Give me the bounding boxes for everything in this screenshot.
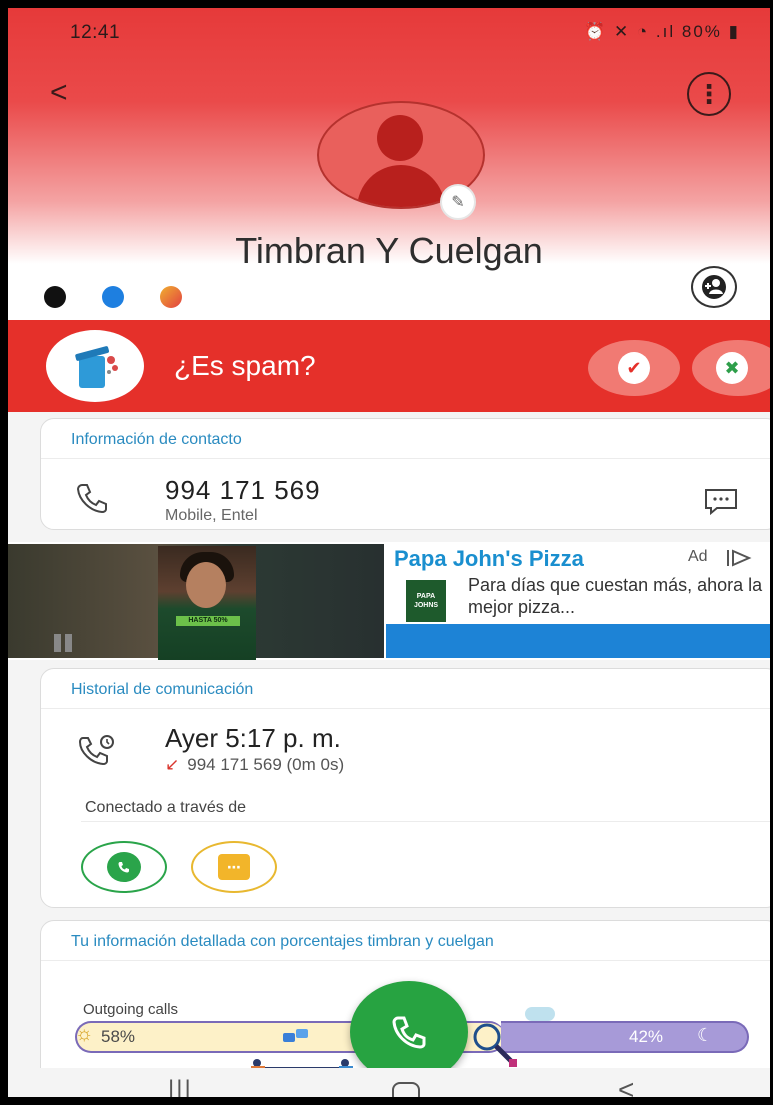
spam-reject-button[interactable]: ✖ (692, 340, 770, 396)
more-vertical-icon: ⋮ (696, 78, 722, 109)
phone-icon (392, 1016, 426, 1049)
logo-line-1: PAPA (416, 593, 436, 600)
status-icons: ⏰ ✕ ◔ .ıl 80% ▮ (584, 22, 740, 42)
avatar-head (377, 115, 423, 161)
divider (81, 821, 770, 822)
contact-info-title: Información de contacto (41, 419, 770, 459)
papa-johns-logo: PAPA JOHNS (406, 580, 446, 622)
moon-icon: ☾ (697, 1025, 714, 1045)
pencil-icon: ✎ (451, 194, 465, 211)
home-icon[interactable] (392, 1082, 420, 1097)
edit-photo-button[interactable]: ✎ (440, 184, 476, 220)
missed-call-arrow-icon: ↙ (165, 755, 180, 774)
call-detail: ↙ 994 171 569 (0m 0s) (165, 755, 344, 775)
chevron-left-icon: < (50, 76, 68, 109)
ad-banner[interactable]: HASTA 50% Papa John's Pizza Ad PAPA JOHN… (8, 542, 770, 660)
spam-banner: ¿Es spam? ✔ ✖ (8, 320, 770, 412)
ad-brand[interactable]: Papa John's Pizza (394, 546, 584, 572)
contact-name: Timbran Y Cuelgan (235, 230, 543, 271)
logo-line-2: JOHNS (413, 602, 439, 609)
whatsapp-icon (107, 852, 141, 882)
system-nav-bar: ||| < (8, 1068, 770, 1097)
ad-text: Para días que cuestan más, ahora la mejo… (468, 575, 763, 617)
color-dot-black[interactable] (44, 286, 66, 308)
ad-person-face (186, 562, 226, 608)
theme-color-picker (44, 286, 182, 308)
phone-number[interactable]: 994 171 569 (165, 475, 321, 506)
status-indicators: ⏰ ✕ ◔ .ıl (584, 22, 676, 41)
color-dot-blue[interactable] (102, 286, 124, 308)
status-time: 12:41 (70, 22, 121, 43)
call-detail-text: 994 171 569 (0m 0s) (187, 755, 345, 774)
night-percentage: 42% (629, 1027, 664, 1046)
day-percentage: 58% (101, 1027, 136, 1046)
ad-label: Ad (688, 548, 708, 565)
phone-frame: 12:41 ⏰ ✕ ◔ .ıl 80% ▮ < ⋮ ✎ Timbran Y Cu… (0, 0, 773, 1105)
phone-carrier: Mobile, Entel (165, 507, 258, 524)
contact-info-card: Información de contacto 994 171 569 Mobi… (40, 418, 770, 530)
ad-choices-icon[interactable] (724, 548, 754, 568)
more-options-button[interactable]: ⋮ (687, 72, 731, 116)
ad-video-person: HASTA 50% (158, 546, 256, 660)
stats-title: Tu información detallada con porcentajes… (41, 921, 770, 961)
sms-icon: ⋯ (218, 854, 250, 880)
spam-question: ¿Es spam? (174, 350, 316, 381)
ad-cta-bar[interactable] (386, 624, 770, 658)
spam-bin-icon (46, 330, 144, 402)
back-button[interactable]: < (50, 78, 68, 108)
add-contact-button[interactable] (691, 266, 737, 308)
ad-video[interactable]: HASTA 50% (8, 544, 384, 660)
chat-decoration-icon (281, 1027, 311, 1047)
add-person-icon (702, 275, 726, 299)
outgoing-calls-label: Outgoing calls (83, 1001, 179, 1018)
sun-icon: ☼ (75, 1023, 94, 1045)
battery-level: 80% (681, 22, 722, 41)
spam-confirm-button[interactable]: ✔ (588, 340, 680, 396)
trash-bin-icon (75, 346, 118, 388)
nav-back-icon[interactable]: < (618, 1074, 634, 1097)
whatsapp-button[interactable] (81, 841, 167, 893)
screen: 12:41 ⏰ ✕ ◔ .ıl 80% ▮ < ⋮ ✎ Timbran Y Cu… (8, 8, 770, 1097)
call-time: Ayer 5:17 p. m. (165, 723, 341, 753)
chat-bubble-icon (705, 489, 737, 516)
contact-header: 12:41 ⏰ ✕ ◔ .ıl 80% ▮ < ⋮ ✎ Timbran Y Cu… (8, 8, 770, 320)
ad-video-label: HASTA 50% (176, 616, 240, 626)
avatar-body (357, 165, 445, 207)
check-icon: ✔ (618, 352, 650, 384)
connected-label: Conectado a través de (85, 799, 246, 816)
close-icon: ✖ (716, 352, 748, 384)
phone-icon (75, 481, 109, 515)
recents-icon[interactable]: ||| (168, 1076, 193, 1097)
magnifier-illustration (465, 1021, 525, 1069)
color-dot-gradient[interactable] (160, 286, 182, 308)
cloud-decoration (525, 1007, 555, 1021)
status-bar: 12:41 ⏰ ✕ ◔ .ıl 80% ▮ (8, 8, 770, 52)
message-button[interactable] (703, 487, 739, 516)
history-title: Historial de comunicación (41, 669, 770, 709)
battery-icon: ▮ (728, 22, 740, 41)
history-card: Historial de comunicación Ayer 5:17 p. m… (40, 668, 770, 908)
pause-icon[interactable] (54, 634, 74, 652)
sms-button[interactable]: ⋯ (191, 841, 277, 893)
call-history-icon (77, 733, 117, 769)
